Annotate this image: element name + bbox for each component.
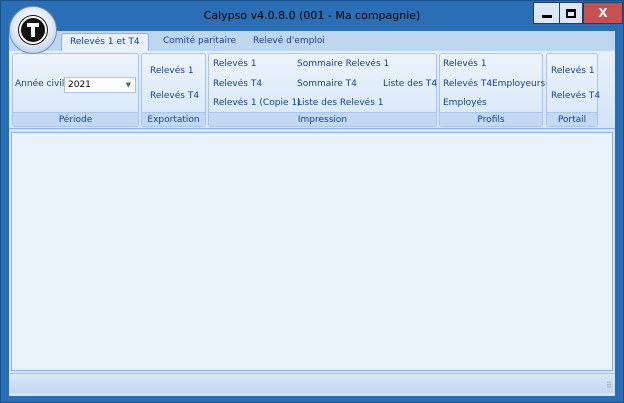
resize-grip-icon[interactable]: ⠿	[606, 381, 612, 390]
group-portail: Relevés 1 Relevés T4 Portail	[546, 53, 600, 127]
group-label-exportation: Exportation	[142, 112, 205, 126]
print-releves-1-copie-button[interactable]: Relevés 1 (Copie 1)	[213, 98, 301, 108]
profile-releves-t4-button[interactable]: Relevés T4	[443, 79, 492, 89]
profile-employes-button[interactable]: Employés	[443, 98, 487, 108]
tab-releves-1-et-t4[interactable]: Relevés 1 et T4	[61, 33, 149, 51]
group-label-impression: Impression	[209, 112, 436, 126]
year-select-value: 2021	[68, 80, 91, 90]
tab-releve-emploi[interactable]: Relevé d'emploi	[245, 33, 333, 51]
group-exportation: Relevés 1 Relevés T4 Exportation	[141, 53, 206, 127]
year-label: Année civile	[15, 79, 70, 89]
year-select[interactable]: 2021 ▼	[64, 77, 136, 93]
print-liste-releves-1-button[interactable]: Liste des Relevés 1	[297, 98, 384, 108]
client-area: Relevés 1 et T4 Comité paritaire Relevé …	[9, 31, 615, 396]
minimize-icon	[541, 14, 552, 18]
print-sommaire-t4-button[interactable]: Sommaire T4	[297, 79, 357, 89]
application-menu-button[interactable]	[9, 6, 57, 54]
group-periode: Année civile 2021 ▼ Période	[12, 53, 139, 127]
export-releves-1-button[interactable]: Relevés 1	[150, 66, 194, 76]
group-label-profils: Profils	[440, 112, 542, 126]
portal-releves-1-button[interactable]: Relevés 1	[551, 66, 595, 76]
print-liste-t4-button[interactable]: Liste des T4	[383, 79, 437, 89]
tab-comite-paritaire[interactable]: Comité paritaire	[155, 33, 244, 51]
group-label-periode: Période	[13, 112, 138, 126]
print-releves-1-button[interactable]: Relevés 1	[213, 59, 257, 69]
print-releves-t4-button[interactable]: Relevés T4	[213, 79, 262, 89]
main-workspace	[11, 132, 613, 371]
maximize-button[interactable]	[559, 2, 583, 24]
title-bar[interactable]: Calypso v4.0.8.0 (001 - Ma compagnie) X	[1, 1, 623, 31]
application-window: Calypso v4.0.8.0 (001 - Ma compagnie) X …	[0, 0, 624, 403]
profile-releves-1-button[interactable]: Relevés 1	[443, 59, 487, 69]
portal-releves-t4-button[interactable]: Relevés T4	[551, 91, 600, 101]
ribbon-tabs: Relevés 1 et T4 Comité paritaire Relevé …	[9, 31, 615, 51]
export-releves-t4-button[interactable]: Relevés T4	[150, 91, 199, 101]
status-bar: ⠿	[9, 373, 615, 393]
group-label-portail: Portail	[547, 112, 597, 126]
close-button[interactable]: X	[583, 2, 623, 24]
minimize-button[interactable]	[533, 2, 559, 24]
profile-employeurs-button[interactable]: Employeurs	[492, 79, 545, 89]
print-sommaire-releves-1-button[interactable]: Sommaire Relevés 1	[297, 59, 389, 69]
window-title: Calypso v4.0.8.0 (001 - Ma compagnie)	[203, 9, 421, 22]
group-impression: Relevés 1 Relevés T4 Relevés 1 (Copie 1)…	[208, 53, 437, 127]
ribbon: Année civile 2021 ▼ Période Relevés 1 Re…	[9, 51, 615, 129]
group-profils: Relevés 1 Relevés T4 Employeurs Employés…	[439, 53, 545, 127]
chevron-down-icon: ▼	[125, 81, 131, 89]
maximize-icon	[566, 8, 576, 18]
app-logo-icon	[19, 16, 47, 44]
